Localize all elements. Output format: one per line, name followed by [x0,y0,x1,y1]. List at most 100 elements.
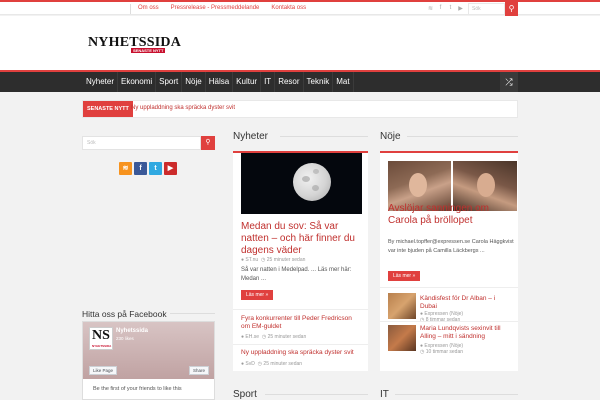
section-title-nyheter[interactable]: Nyheter [233,131,268,142]
news-main-article-title[interactable]: Medan du sov: Så var natten – och här fi… [241,221,363,257]
clock-icon: ◷ [420,349,425,355]
section-divider [280,136,368,137]
breaking-news-link[interactable]: Ny uppladdning ska spräcka dyster svit [131,105,235,111]
user-icon: ● [241,257,245,263]
nav-item-sport[interactable]: Sport [156,72,183,92]
twitter-icon[interactable]: t [448,5,453,12]
facebook-share-label: Share [193,368,206,373]
top-bar-separator [130,4,131,14]
sidebar-social-icons: ≋ f t ▶ [119,162,177,175]
entertainment-list-item-meta: ● Expressen (Nöje) ◷ 10 timmar sedan [420,343,463,355]
facebook-like-button[interactable]: Like Page [89,366,118,375]
breaking-news-bar: SENASTE NYTT Ny uppladdning ska spräcka … [82,100,518,118]
article-source: EH.se [245,334,260,340]
facebook-friends-text: Be the first of your friends to like thi… [93,386,182,392]
site-header: NYHETSSIDA SENASTE NYTT [0,16,600,70]
nav-item-resor[interactable]: Resor [275,72,304,92]
news-list-item-title[interactable]: Ny uppladdning ska spräcka dyster svit [241,349,366,357]
facebook-page-logo[interactable]: NS NYHETSSIDA [89,327,113,350]
article-time: 10 timmar sedan [425,349,464,355]
top-bar: Om oss Pressrelease - Pressmeddelande Ko… [0,0,600,16]
search-icon: ⚲ [508,4,515,13]
entertainment-section-card: Avslöjar sanningen om Carola på bröllope… [380,151,518,371]
nav-item-noje[interactable]: Nöje [182,72,206,92]
top-links: Om oss Pressrelease - Pressmeddelande Ko… [138,5,306,11]
list-divider [233,344,368,345]
section-divider [395,394,518,395]
top-link-contact[interactable]: Kontakta oss [271,5,306,11]
rss-icon[interactable]: ≋ [119,162,132,175]
fb-logo-subtext: NYHETSSIDA [92,344,112,348]
read-more-button[interactable]: Läs mer » [388,271,421,281]
clock-icon: ◷ [261,334,267,340]
entertainment-list-item-title[interactable]: Kändisfest för Dr Alban – i Dubai [420,295,512,311]
youtube-icon[interactable]: ▶ [458,5,463,12]
fb-logo-text: NS [92,328,110,343]
facebook-cover-image[interactable]: NS NYHETSSIDA Nyhetssida 230 likes Like … [83,322,214,379]
news-list-item-meta: ● EH.se ◷ 25 minuter sedan [241,334,306,340]
entertainment-main-article-title[interactable]: Avslöjar sanningen om Carola på bröllope… [388,203,513,227]
top-social-icons: ≋ f t ▶ [428,5,463,12]
article-time: 25 minuter sedan [266,257,306,263]
top-search-button[interactable]: ⚲ [505,2,518,16]
article-source: ST.nu [245,257,259,263]
twitter-icon[interactable]: t [149,162,162,175]
sidebar-search-button[interactable]: ⚲ [201,136,215,150]
youtube-icon[interactable]: ▶ [164,162,177,175]
nav-item-teknik[interactable]: Teknik [304,72,334,92]
facebook-page-widget: NS NYHETSSIDA Nyhetssida 230 likes Like … [82,321,215,400]
list-divider [380,287,518,288]
user-icon: ● [241,334,245,340]
random-article-button[interactable]: ⤮ [500,72,518,92]
moon-icon [293,163,331,201]
article-time: 25 minuter sedan [267,334,307,340]
facebook-like-label: Like Page [93,368,114,373]
nav-item-kultur[interactable]: Kultur [233,72,262,92]
list-divider [380,321,518,322]
read-more-button[interactable]: Läs mer » [241,290,274,300]
entertainment-list-item-title[interactable]: Maria Lundqvists sexinvit till Alling – … [420,325,512,341]
section-title-noje[interactable]: Nöje [380,131,401,142]
news-list-item-meta: ● SvD ◷ 25 minuter sedan [241,361,302,367]
section-title-it[interactable]: IT [380,389,389,400]
top-link-press[interactable]: Pressrelease - Pressmeddelande [171,5,260,11]
news-section-card: Medan du sov: Så var natten – och här fi… [233,151,368,371]
section-divider [265,394,368,395]
nav-item-ekonomi[interactable]: Ekonomi [118,72,157,92]
main-nav: Nyheter Ekonomi Sport Nöje Hälsa Kultur … [0,70,600,92]
facebook-icon[interactable]: f [438,5,443,12]
news-main-article-meta: ● ST.nu ◷ 25 minuter sedan [241,257,305,263]
top-link-about[interactable]: Om oss [138,5,159,11]
list-divider [233,309,368,310]
logo-tagline: SENASTE NYTT [131,48,166,53]
article-time: 25 minuter sedan [263,361,303,367]
facebook-icon[interactable]: f [134,162,147,175]
clock-icon: ◷ [420,317,425,323]
top-search-input[interactable]: Sök [468,3,505,15]
news-main-article-excerpt: Så var natten i Medelpad. ... Läs mer hä… [241,267,352,282]
nav-item-mat[interactable]: Mat [333,72,354,92]
article-thumbnail[interactable] [388,325,416,351]
clock-icon: ◷ [261,257,266,263]
section-title-sport[interactable]: Sport [233,389,257,400]
entertainment-main-article-excerpt: By michael.topffer@expressen.se Carola H… [388,239,514,254]
nav-item-nyheter[interactable]: Nyheter [82,72,119,92]
user-icon: ● [241,361,245,367]
clock-icon: ◷ [257,361,263,367]
site-logo[interactable]: NYHETSSIDA SENASTE NYTT [88,36,181,53]
sidebar-search-input[interactable]: Sök [82,136,201,150]
article-thumbnail[interactable] [388,293,416,319]
nav-item-halsa[interactable]: Hälsa [206,72,234,92]
article-image-moon[interactable] [241,153,362,214]
facebook-widget-title: Hitta oss på Facebook [82,309,167,319]
facebook-like-count: 230 likes [116,336,134,341]
article-time: 8 timmar sedan [425,317,461,323]
facebook-title-divider [170,313,215,314]
facebook-page-name[interactable]: Nyhetssida [116,328,148,334]
breaking-news-label: SENASTE NYTT [83,101,133,117]
news-list-item-title[interactable]: Fyra konkurrenter till Peder Fredricson … [241,315,361,331]
rss-icon[interactable]: ≋ [428,5,433,12]
nav-item-it[interactable]: IT [261,72,276,92]
facebook-share-button[interactable]: Share [189,366,210,375]
section-divider [407,136,518,137]
